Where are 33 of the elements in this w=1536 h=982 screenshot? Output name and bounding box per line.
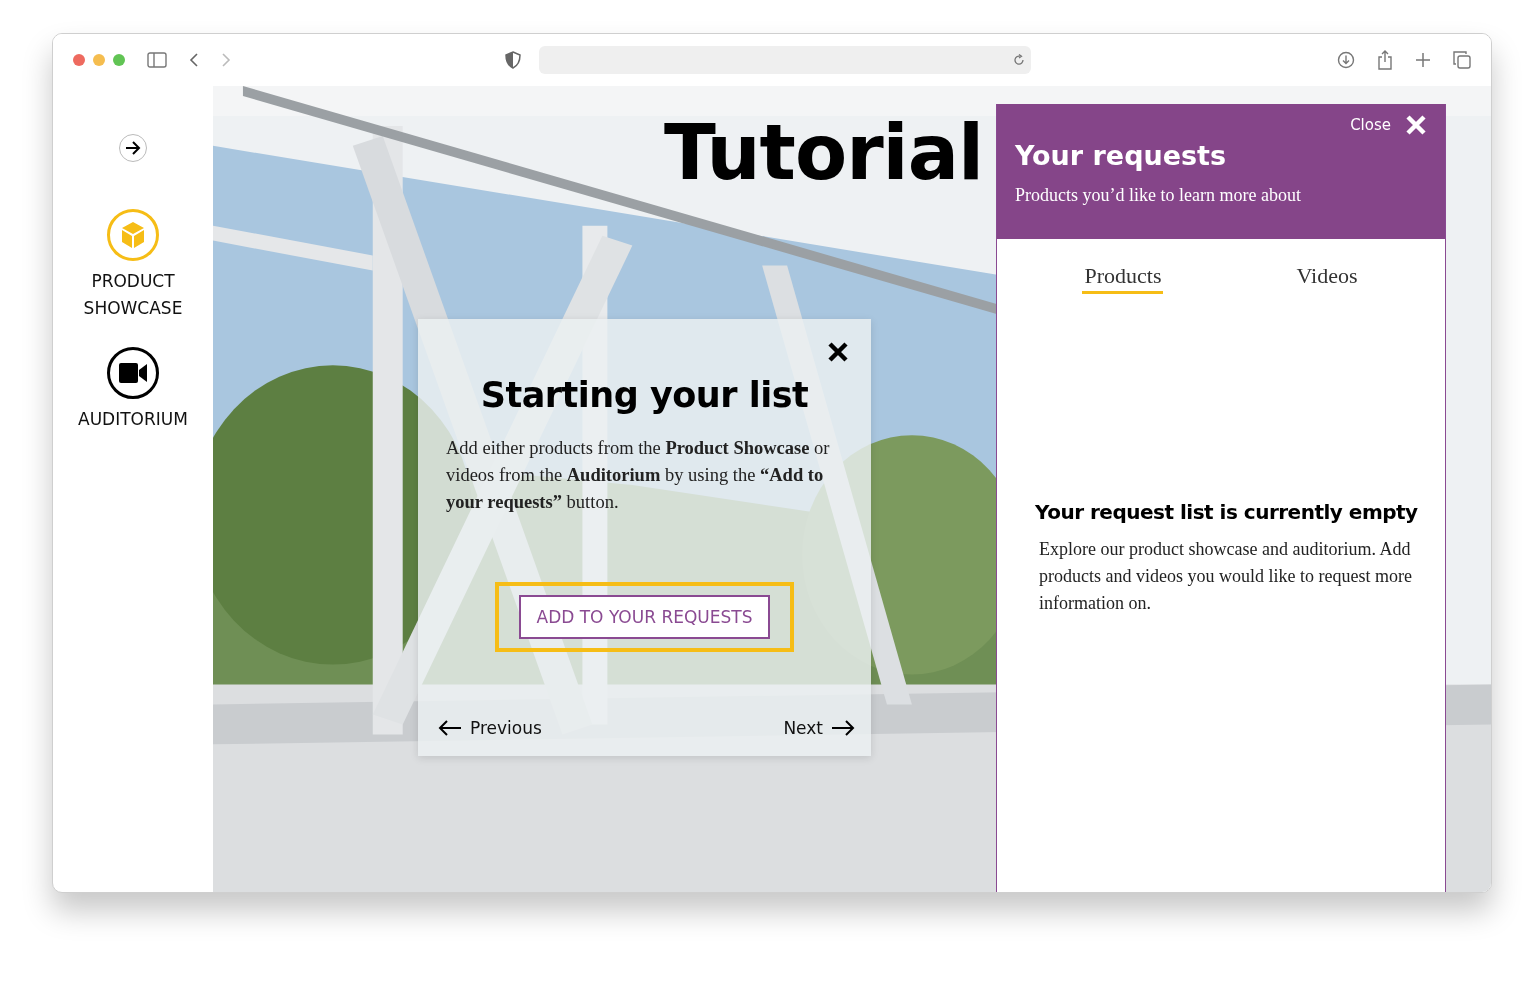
close-button[interactable]: [827, 341, 849, 363]
page-title: Tutorial: [664, 108, 983, 197]
share-icon[interactable]: [1377, 50, 1393, 70]
sidebar-icon[interactable]: [147, 52, 167, 68]
close-button[interactable]: Close: [1350, 114, 1427, 136]
shield-icon[interactable]: [505, 51, 521, 69]
download-icon[interactable]: [1337, 51, 1355, 69]
arrow-right-icon: [831, 720, 855, 736]
arrow-left-icon: [438, 720, 462, 736]
empty-state-title: Your request list is currently empty: [1035, 500, 1417, 524]
panel-subtitle: Products you’d like to learn more about: [1015, 185, 1302, 206]
close-icon: [1405, 114, 1427, 136]
back-icon[interactable]: [189, 52, 199, 68]
close-icon: [827, 341, 849, 363]
previous-button[interactable]: Previous: [438, 718, 542, 738]
reload-icon[interactable]: [1013, 54, 1025, 66]
tab[interactable]: Products: [1082, 263, 1164, 294]
new-tab-icon[interactable]: [1415, 52, 1431, 68]
sidebar-link[interactable]: AUDITORIUM: [68, 406, 198, 433]
video-camera-icon[interactable]: [106, 346, 160, 400]
next-button[interactable]: Next: [783, 718, 855, 738]
add-to-requests-button[interactable]: ADD TO YOUR REQUESTS: [518, 595, 771, 639]
empty-state-text: Explore our product showcase and auditorium. Add products and videos you would like to request more information on.: [1039, 538, 1413, 615]
zoom-window-icon[interactable]: [113, 54, 125, 66]
close-window-icon[interactable]: [73, 54, 85, 66]
arrow-right-icon: [125, 141, 141, 155]
panel-title: Your requests: [1015, 140, 1228, 171]
tabs-overview-icon[interactable]: [1453, 51, 1471, 69]
sidebar-link[interactable]: PRODUCT SHOWCASE: [68, 268, 198, 322]
tab[interactable]: Videos: [1294, 263, 1360, 294]
expand-button[interactable]: [119, 134, 147, 162]
dialog-title: Starting your list: [479, 375, 810, 415]
dialog-text: Add either products from the Product Showcase or videos from the Auditorium by using the “Add to your requests” button.: [446, 437, 831, 514]
